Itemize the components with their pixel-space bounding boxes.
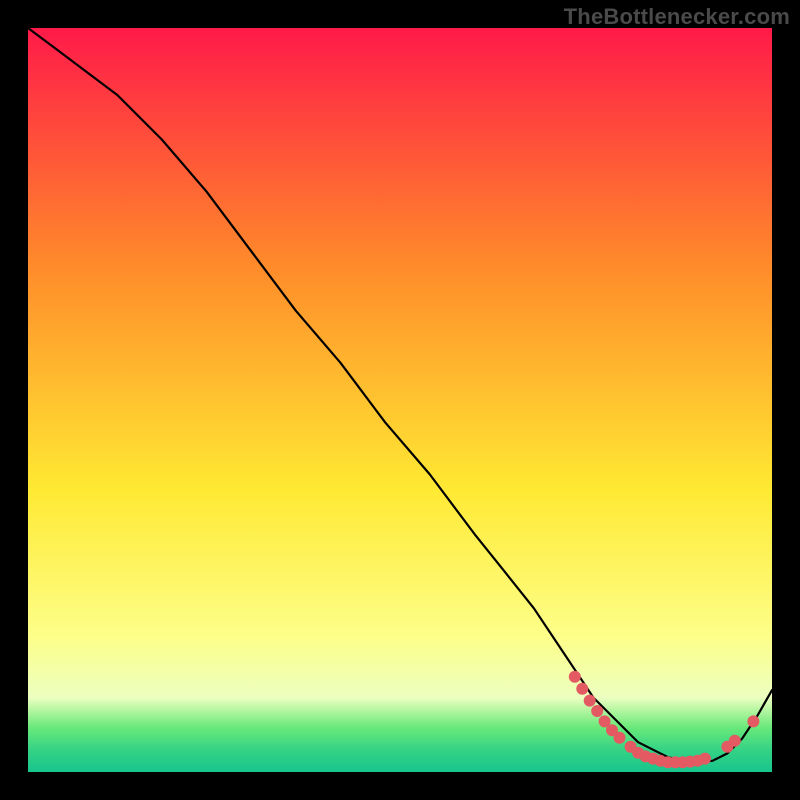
gradient-background: [28, 28, 772, 772]
chart-stage: TheBottlenecker.com: [0, 0, 800, 800]
data-marker: [699, 753, 711, 765]
plot-svg: [28, 28, 772, 772]
data-marker: [747, 715, 759, 727]
data-marker: [729, 735, 741, 747]
data-marker: [569, 671, 581, 683]
data-marker: [614, 732, 626, 744]
data-marker: [584, 695, 596, 707]
data-marker: [591, 705, 603, 717]
plot-area: [28, 28, 772, 772]
data-marker: [576, 683, 588, 695]
watermark-text: TheBottlenecker.com: [564, 4, 790, 30]
